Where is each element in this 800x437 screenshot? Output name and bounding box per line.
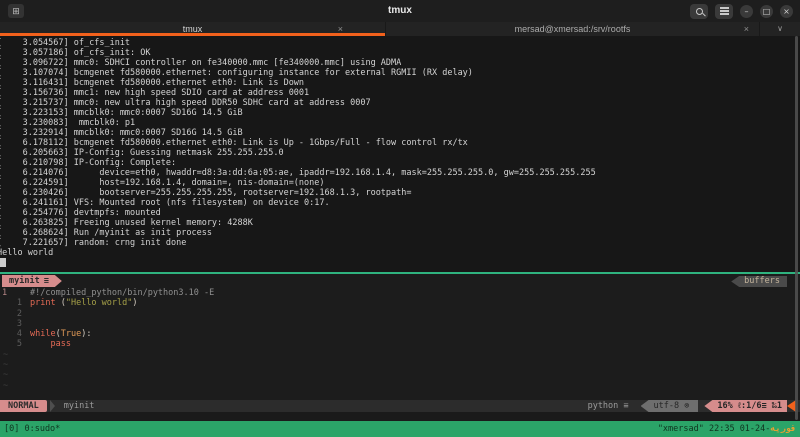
statusline: NORMAL myinit python ≡ utf-8 ⊗ 16% ℓ:1/6…	[0, 400, 800, 412]
tab-dropdown-button[interactable]: ∨	[760, 22, 800, 36]
statusline-filename: myinit	[63, 401, 95, 411]
window-controls: – □ ×	[690, 3, 793, 19]
tmux-host-time: "xmersad" 22:35 01-24-	[657, 424, 771, 434]
editor-pane[interactable]: myinit ≡ buffers 1 #!/compiled_python/bin…	[0, 274, 800, 400]
code-line[interactable]: 1 print ("Hello world")	[0, 298, 800, 308]
search-icon	[695, 7, 703, 15]
window-title: tmux	[388, 5, 412, 16]
statusline-position: 16% ℓ:1/6≡ ‰1	[704, 400, 787, 412]
editor-lines: 1 #!/compiled_python/bin/python3.10 -E 1 pr…	[0, 288, 800, 391]
code-line[interactable]: 2	[0, 309, 800, 319]
line-number: 1	[16, 298, 22, 309]
code-text: pass	[50, 339, 71, 350]
terminal-window: ⊞ tmux – □ × tmux × mersad@xmersad:/srv/…	[0, 0, 800, 437]
minimize-button[interactable]: –	[740, 4, 753, 18]
empty-line-tilde: ~	[3, 360, 9, 371]
code-text: print ("Hello world")	[30, 298, 138, 309]
terminal-cursor	[0, 258, 6, 267]
tmux-month: فوریه	[770, 424, 796, 434]
tmux-statusbar: [0] 0:sudo* "xmersad" 22:35 01-24-فوریه	[0, 421, 800, 437]
tab-tmux[interactable]: tmux ×	[0, 22, 386, 36]
maximize-button[interactable]: □	[760, 4, 773, 18]
tab-mersad-rootfs[interactable]: mersad@xmersad:/srv/rootfs ×	[386, 22, 760, 36]
tmux-window-list[interactable]: [0] 0:sudo*	[4, 421, 60, 437]
terminal-pane[interactable]: [ 3.054567] of_cfs_init [ 3.057186] of_c…	[0, 36, 800, 272]
new-tab-button[interactable]: ⊞	[8, 4, 24, 18]
statusline-encoding: utf-8 ⊗	[640, 400, 699, 412]
hamburger-menu-icon	[719, 10, 729, 12]
code-text: while(True):	[30, 329, 92, 340]
tab-label: tmux	[182, 24, 203, 34]
empty-line-tilde: ~	[3, 349, 9, 360]
menu-button[interactable]	[715, 3, 733, 19]
new-tab-icon: ⊞	[12, 5, 20, 16]
code-text: #!/compiled_python/bin/python3.10 -E	[30, 288, 215, 298]
close-button[interactable]: ×	[780, 4, 793, 18]
encoding-icon: ⊗	[684, 401, 690, 411]
terminal-output: [ 3.054567] of_cfs_init [ 3.057186] of_c…	[0, 38, 596, 258]
line-number: 1	[2, 288, 8, 298]
statusline-right: python ≡ utf-8 ⊗ 16% ℓ:1/6≡ ‰1	[588, 400, 800, 412]
vim-mode-badge: NORMAL	[0, 400, 47, 412]
tab-close-icon[interactable]: ×	[338, 22, 343, 36]
powerline-arrow-icon	[49, 400, 55, 412]
line-number: 2	[16, 308, 22, 319]
buffers-label: buffers	[731, 276, 787, 287]
code-line[interactable]: 3	[0, 319, 800, 329]
buffer-list-icon: ≡	[43, 276, 49, 286]
vim-cmdline	[0, 412, 800, 421]
encoding-label: utf-8	[653, 401, 680, 411]
code-line[interactable]: 4 while(True):	[0, 329, 800, 339]
tab-close-icon[interactable]: ×	[744, 22, 749, 36]
statusline-filetype: python ≡	[588, 400, 629, 412]
line-number: 4	[16, 329, 22, 340]
buffer-tab[interactable]: myinit ≡	[2, 275, 62, 287]
buffer-tab-label: myinit	[9, 276, 40, 286]
tab-bar: tmux × mersad@xmersad:/srv/rootfs × ∨	[0, 22, 800, 36]
search-button[interactable]	[690, 3, 708, 19]
headerbar: ⊞ tmux – □ ×	[0, 0, 800, 22]
line-number: 5	[16, 339, 22, 350]
code-line[interactable]: 5 pass	[0, 339, 800, 349]
scrollbar[interactable]	[795, 36, 798, 420]
empty-line-tilde: ~	[3, 380, 9, 391]
tmux-session-info: "xmersad" 22:35 01-24-فوریه	[658, 421, 796, 437]
line-number: 3	[16, 318, 22, 329]
filetype-icon: ≡	[623, 401, 629, 411]
empty-line-tilde: ~	[3, 370, 9, 381]
filetype-label: python	[587, 401, 619, 411]
tab-label: mersad@xmersad:/srv/rootfs	[514, 24, 631, 34]
code-line[interactable]: 1 #!/compiled_python/bin/python3.10 -E	[0, 288, 800, 298]
